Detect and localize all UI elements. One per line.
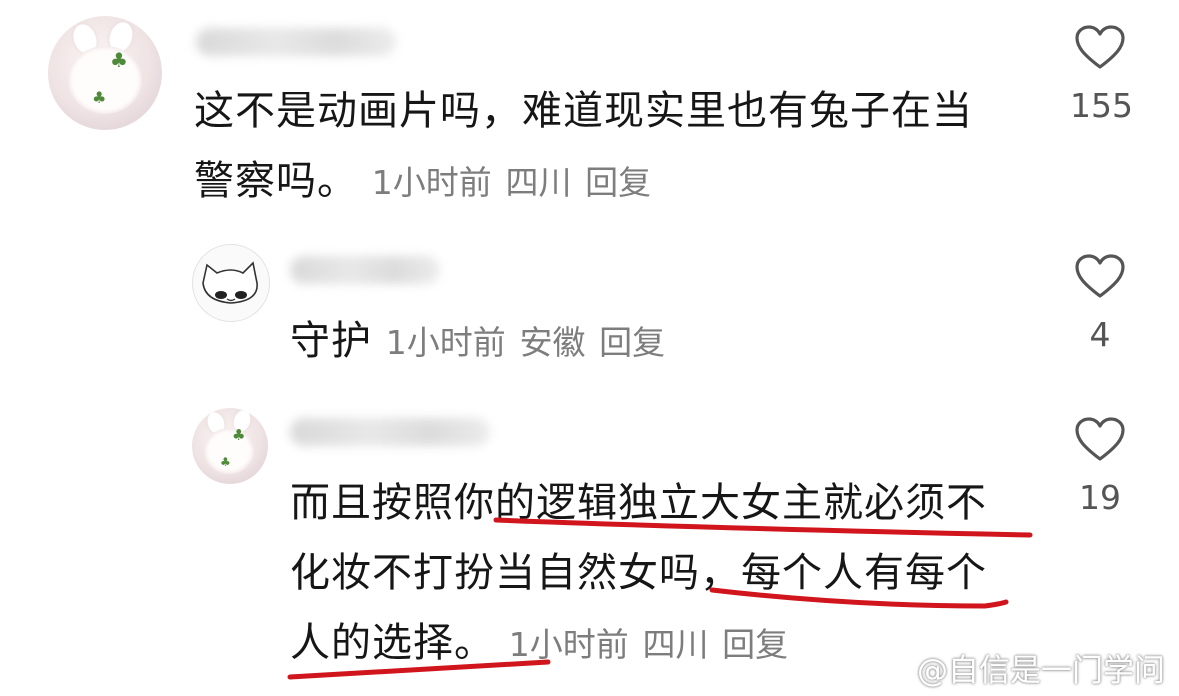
comment-location: 四川 [505,163,572,202]
clover-icon: ♣ [110,48,128,72]
comment-location: 安徽 [519,323,586,362]
like-count: 155 [1070,86,1133,125]
avatar[interactable]: ♣ ♣ [48,16,162,130]
weibo-icon [879,655,913,681]
like-button[interactable]: 19 [1070,416,1130,517]
reply-button[interactable]: 回复 [585,163,651,202]
like-button[interactable]: 4 [1070,253,1130,354]
watermark: @自信是一门学问 [879,645,1165,690]
clover-icon: ♣ [92,88,107,107]
reply-button[interactable]: 回复 [722,625,788,664]
comment-time: 1小时前 [371,163,492,202]
like-button[interactable]: 155 [1070,24,1133,125]
heart-icon [1075,25,1125,69]
cat-sketch-icon [202,261,258,304]
comment-text: 这不是动画片吗，难道现实里也有兔子在当 警察吗。 1小时前 四川 回复 [194,88,973,204]
comment-location: 四川 [642,625,709,664]
avatar[interactable]: ♣ ♣ [192,408,268,484]
clover-icon: ♣ [232,426,246,444]
comment-time: 1小时前 [508,625,629,664]
comment-time: 1小时前 [385,323,506,362]
like-count: 4 [1089,315,1111,354]
clover-icon: ♣ [220,455,231,469]
heart-icon [1075,417,1125,461]
comment-text: 守护 1小时前 安徽 回复 [290,318,666,364]
username-redacted[interactable] [196,28,396,56]
like-count: 19 [1079,478,1121,517]
heart-icon [1075,254,1125,298]
username-redacted[interactable] [290,418,490,446]
avatar[interactable] [192,244,270,322]
reply-button[interactable]: 回复 [599,323,665,362]
username-redacted[interactable] [290,256,440,284]
